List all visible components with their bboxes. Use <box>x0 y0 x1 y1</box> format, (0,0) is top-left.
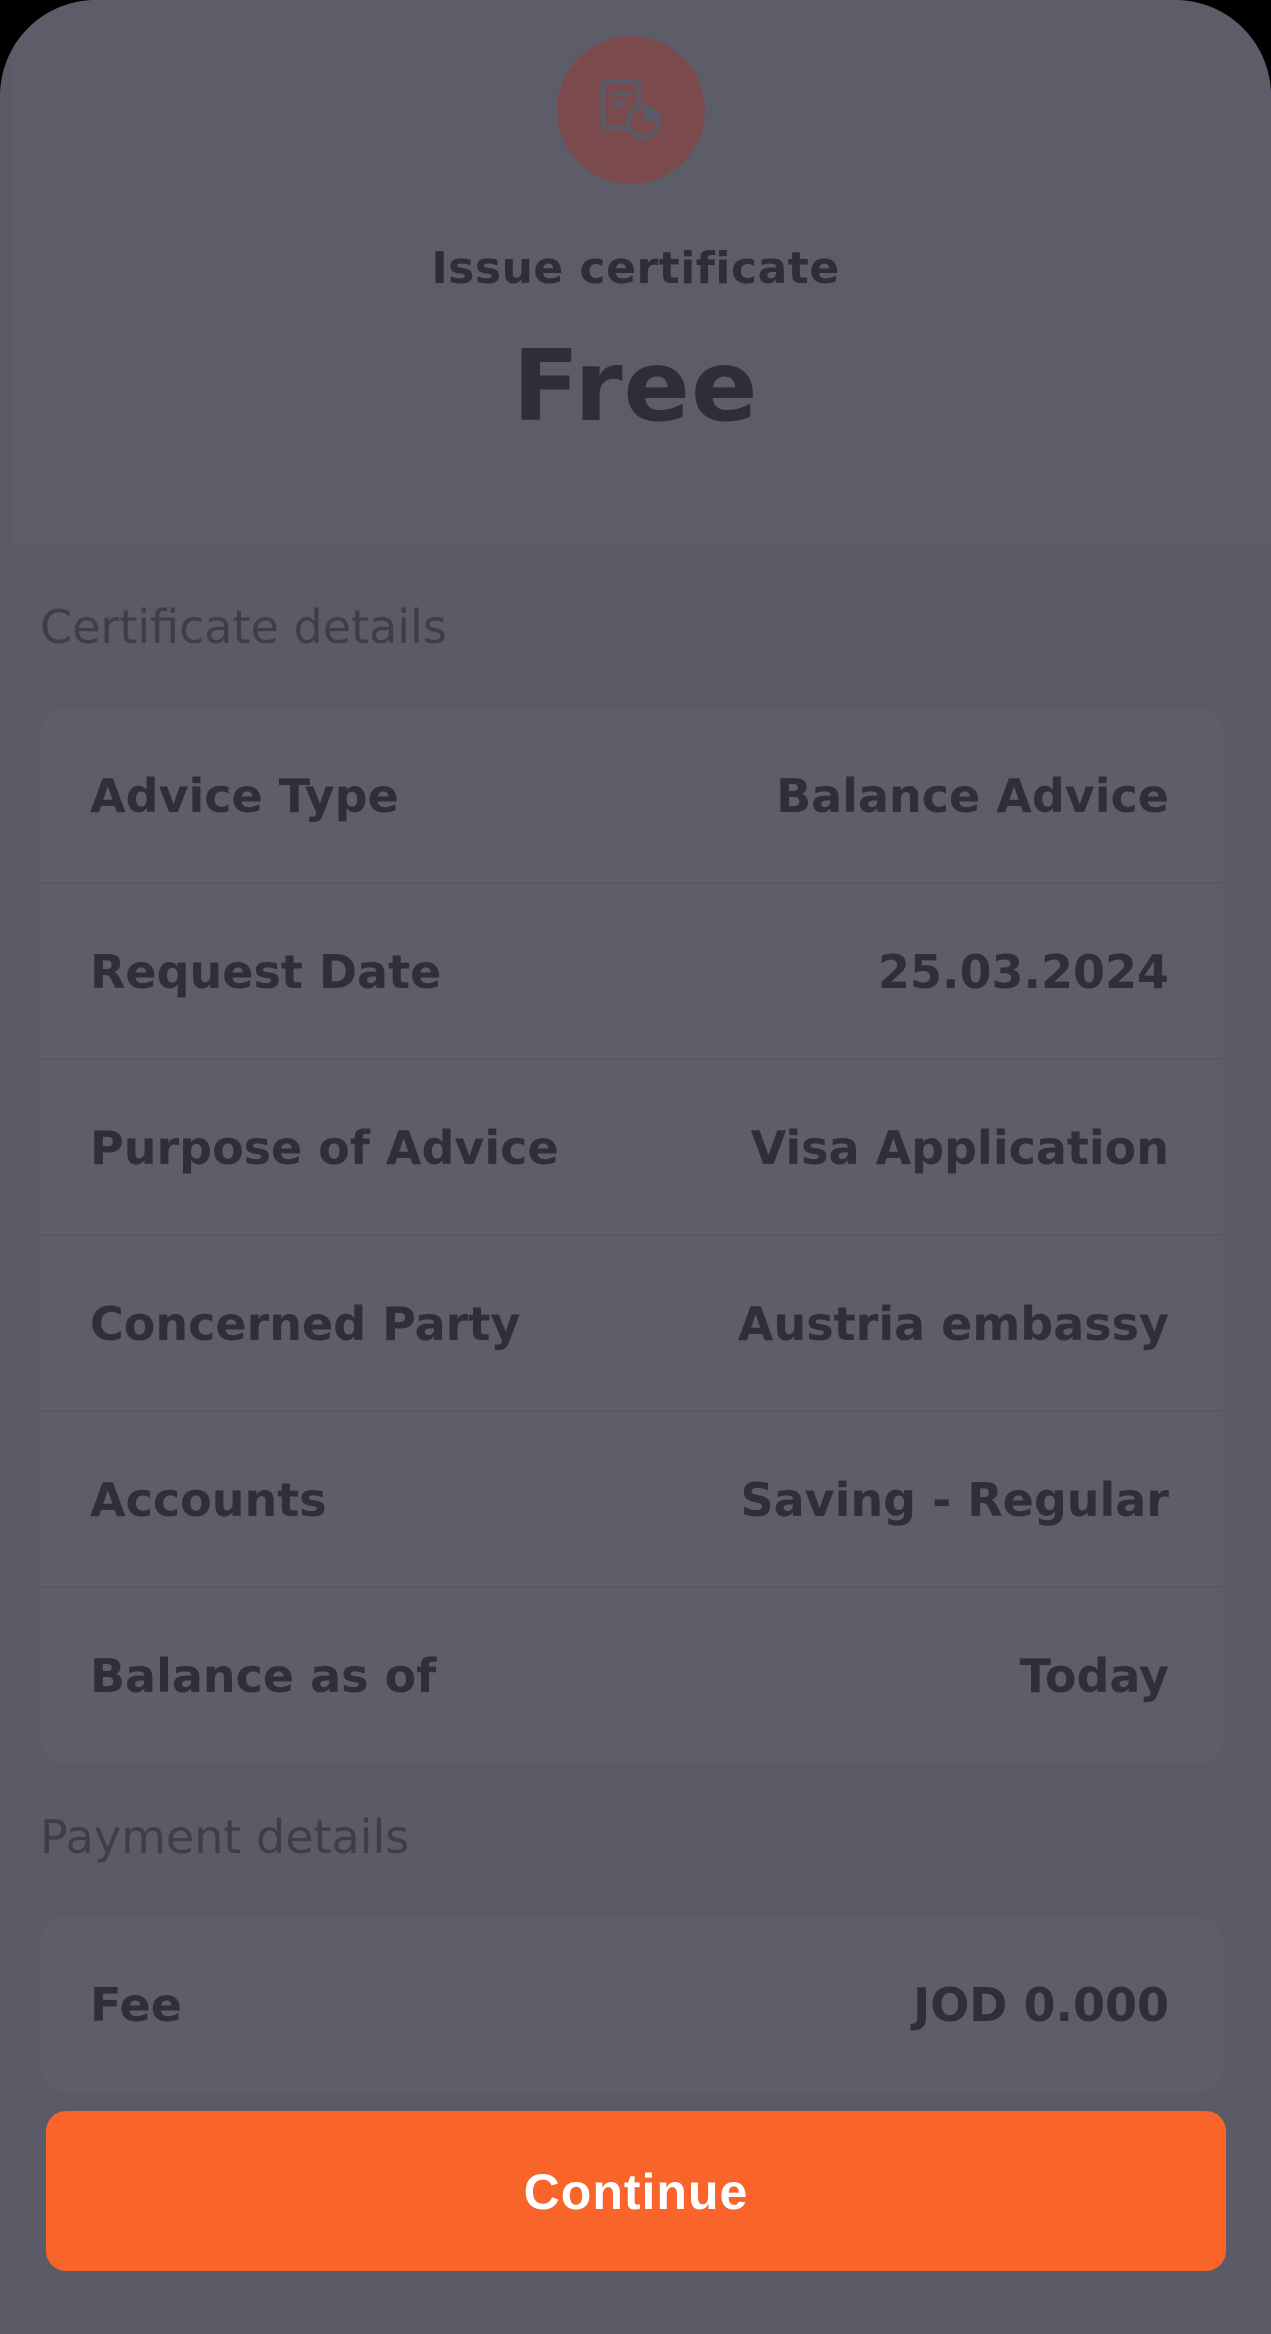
detail-row-accounts: Accounts Saving - Regular <box>40 1412 1223 1588</box>
detail-value: 25.03.2024 <box>877 945 1169 999</box>
detail-row-concerned-party: Concerned Party Austria embassy <box>40 1236 1223 1412</box>
certificate-icon <box>600 79 661 140</box>
payment-details-heading: Payment details <box>40 1810 410 1864</box>
continue-button[interactable]: Continue <box>46 2111 1226 2271</box>
detail-row-purpose: Purpose of Advice Visa Application <box>40 1060 1223 1236</box>
detail-label: Accounts <box>90 1473 327 1527</box>
sheet-title: Issue certificate <box>431 243 840 294</box>
detail-value: Visa Application <box>750 1121 1169 1175</box>
detail-row-balance-as-of: Balance as of Today <box>40 1588 1223 1764</box>
detail-value: Balance Advice <box>776 769 1169 823</box>
payment-details-card: Fee JOD 0.000 <box>40 1917 1223 2093</box>
detail-label: Balance as of <box>90 1649 437 1703</box>
detail-label: Purpose of Advice <box>90 1121 559 1175</box>
certificate-icon-badge <box>557 36 705 184</box>
bottom-sheet: Issue certificate Free Certificate detai… <box>0 0 1271 2334</box>
detail-row-fee: Fee JOD 0.000 <box>40 1917 1223 2093</box>
detail-value: Austria embassy <box>737 1297 1169 1351</box>
detail-label: Request Date <box>90 945 442 999</box>
detail-label: Concerned Party <box>90 1297 521 1351</box>
detail-row-advice-type: Advice Type Balance Advice <box>40 708 1223 884</box>
price-label: Free <box>512 330 759 444</box>
certificate-details-heading: Certificate details <box>40 600 447 654</box>
detail-value: Saving - Regular <box>740 1473 1169 1527</box>
detail-label: Fee <box>90 1978 182 2032</box>
certificate-details-card: Advice Type Balance Advice Request Date … <box>40 708 1223 1764</box>
detail-label: Advice Type <box>90 769 399 823</box>
detail-value: Today <box>1019 1649 1169 1703</box>
detail-row-request-date: Request Date 25.03.2024 <box>40 884 1223 1060</box>
detail-value: JOD 0.000 <box>913 1978 1169 2032</box>
